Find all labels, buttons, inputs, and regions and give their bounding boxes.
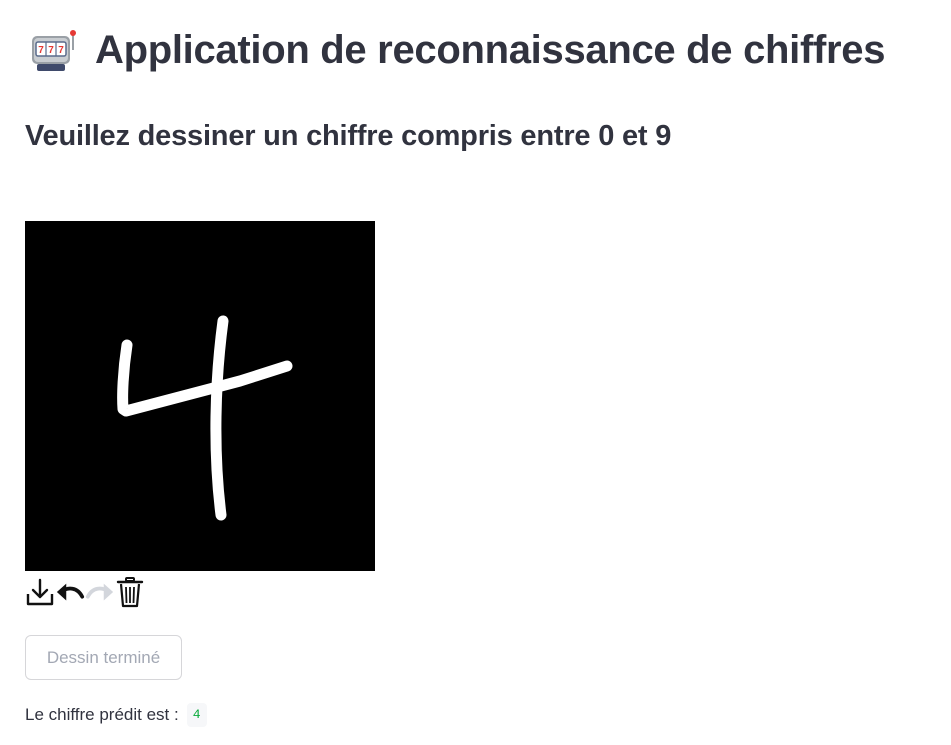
drawn-digit-stroke: [117, 315, 293, 521]
page-title: Application de reconnaissance de chiffre…: [95, 28, 886, 72]
prediction-label: Le chiffre prédit est :: [25, 705, 179, 724]
svg-text:7: 7: [58, 45, 64, 56]
drawing-done-button[interactable]: Dessin terminé: [25, 635, 182, 680]
canvas-toolbar: [25, 575, 145, 609]
prediction-value: 4: [186, 703, 207, 727]
drawing-canvas[interactable]: [25, 221, 375, 571]
redo-icon[interactable]: [85, 576, 115, 608]
page-subheader: Veuillez dessiner un chiffre compris ent…: [25, 120, 672, 152]
app-page: 7 7 7 Application de reconnaissance de c…: [0, 0, 951, 745]
undo-icon[interactable]: [55, 576, 85, 608]
slot-machine-icon: 7 7 7: [29, 24, 81, 76]
svg-text:7: 7: [38, 45, 44, 56]
trash-icon[interactable]: [115, 576, 145, 608]
svg-text:7: 7: [48, 45, 54, 56]
download-icon[interactable]: [25, 576, 55, 608]
prediction-result: Le chiffre prédit est : 4: [25, 703, 207, 727]
title-row: 7 7 7 Application de reconnaissance de c…: [29, 24, 885, 76]
